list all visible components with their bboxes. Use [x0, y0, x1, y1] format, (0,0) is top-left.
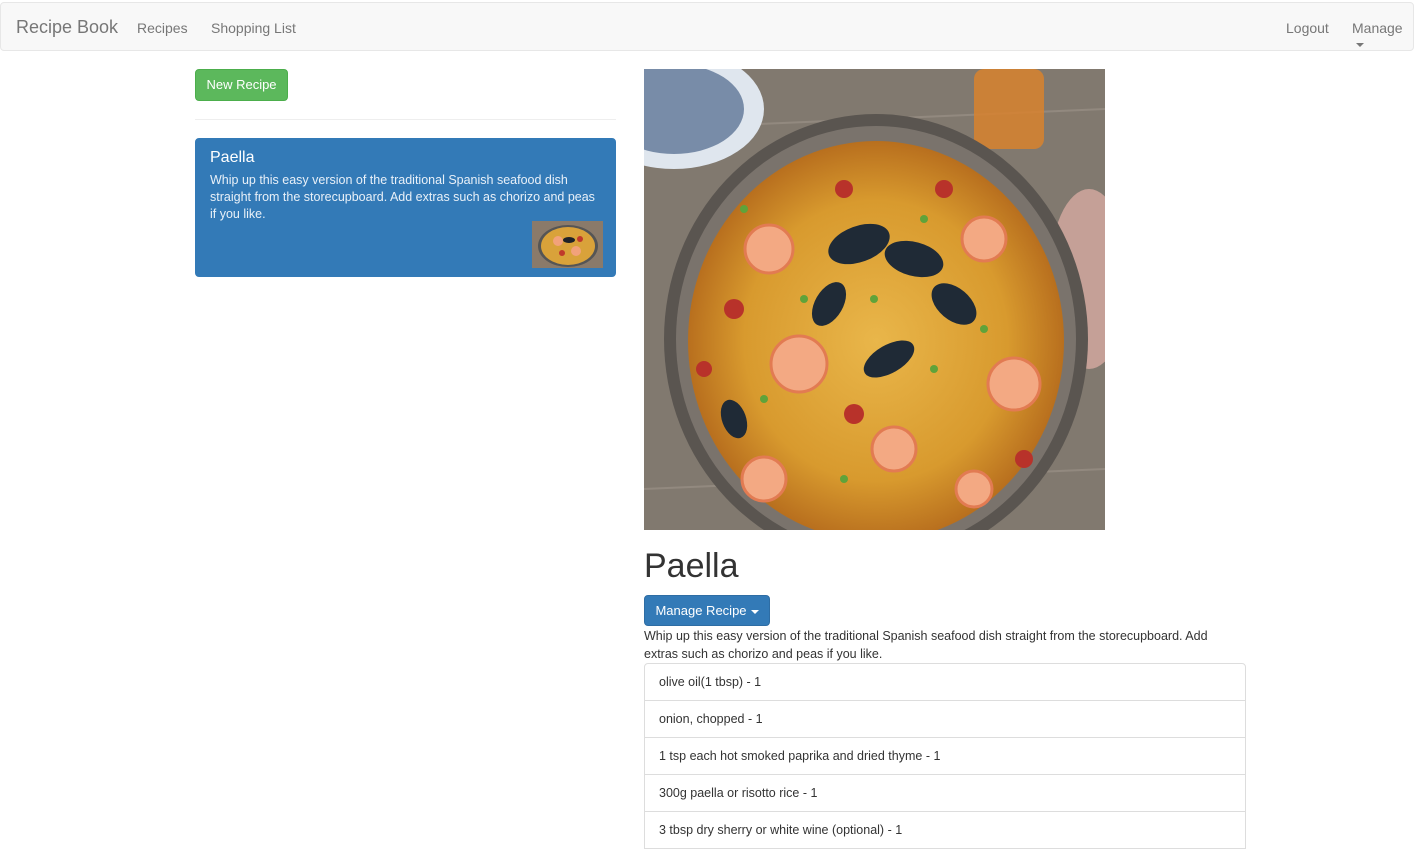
divider	[195, 119, 616, 120]
ingredient-item[interactable]: 300g paella or risotto rice - 1	[644, 774, 1246, 812]
recipe-item-description: Whip up this easy version of the traditi…	[210, 173, 595, 221]
ingredient-item[interactable]: 1 tsp each hot smoked paprika and dried …	[644, 737, 1246, 775]
navbar: Recipe Book Recipes Shopping List Logout…	[0, 2, 1414, 51]
recipe-title: Paella	[644, 547, 739, 585]
recipe-list-item[interactable]: Paella Whip up this easy version of the …	[195, 138, 616, 277]
manage-recipe-button[interactable]: Manage Recipe	[644, 595, 770, 626]
recipe-description: Whip up this easy version of the traditi…	[644, 629, 1208, 661]
manage-dropdown[interactable]: Manage	[1352, 20, 1413, 52]
manage-recipe-label: Manage Recipe	[655, 603, 747, 618]
ingredient-item[interactable]: olive oil(1 tbsp) - 1	[644, 663, 1246, 701]
ingredient-list: olive oil(1 tbsp) - 1 onion, chopped - 1…	[644, 663, 1246, 849]
recipe-image	[644, 69, 1105, 530]
logout-link[interactable]: Logout	[1286, 20, 1329, 36]
caret-down-icon	[750, 609, 759, 614]
nav-link-recipes[interactable]: Recipes	[137, 20, 188, 36]
recipe-item-title: Paella	[210, 149, 255, 166]
new-recipe-button[interactable]: New Recipe	[195, 69, 288, 101]
ingredient-item[interactable]: 3 tbsp dry sherry or white wine (optiona…	[644, 811, 1246, 849]
ingredient-item[interactable]: onion, chopped - 1	[644, 700, 1246, 738]
nav-link-shopping-list[interactable]: Shopping List	[211, 20, 296, 36]
recipe-thumbnail-image	[532, 221, 603, 268]
caret-down-icon	[1356, 43, 1364, 48]
manage-label: Manage	[1352, 20, 1403, 36]
brand-link[interactable]: Recipe Book	[16, 17, 118, 37]
